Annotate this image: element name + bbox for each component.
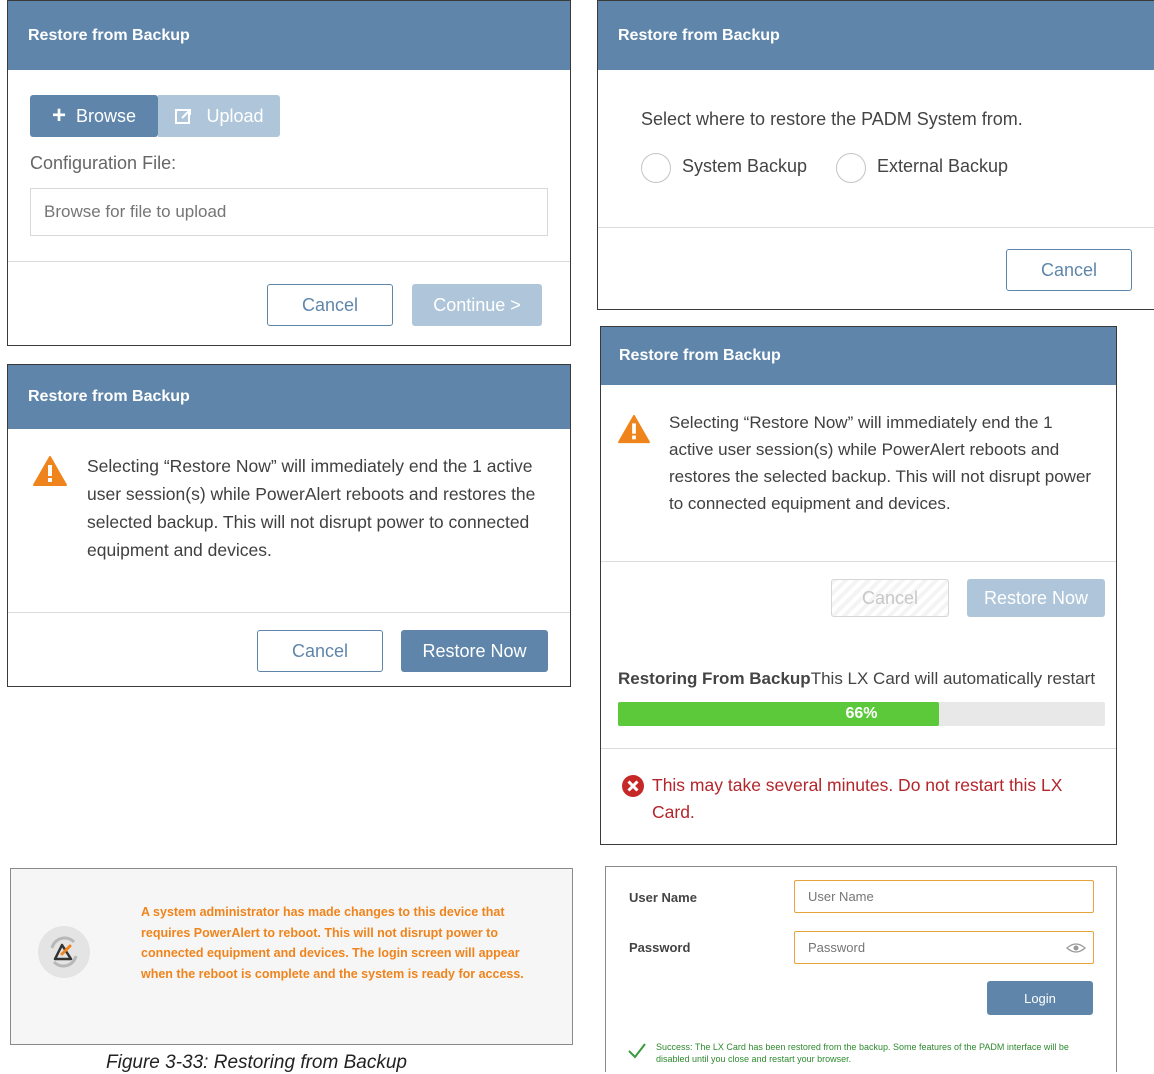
- config-file-label: Configuration File:: [30, 153, 177, 173]
- username-input[interactable]: [794, 880, 1094, 913]
- figure-caption: Figure 3-33: Restoring from Backup: [106, 1052, 407, 1073]
- divider: [598, 227, 1154, 228]
- cancel-button[interactable]: Cancel: [267, 284, 393, 326]
- browse-label: Browse: [75, 105, 137, 126]
- divider: [601, 748, 1116, 749]
- warning-icon: [33, 456, 67, 486]
- divider: [8, 612, 570, 613]
- external-backup-label: External Backup: [877, 156, 1009, 176]
- show-password-icon[interactable]: [1066, 942, 1086, 954]
- status-title: Restoring From Backup: [618, 669, 811, 688]
- divider: [601, 561, 1116, 562]
- restore-source-dialog: Restore from Backup Select where to rest…: [597, 0, 1154, 310]
- restore-confirm-dialog: Restore from Backup Selecting “Restore N…: [7, 364, 571, 687]
- upload-icon: [175, 109, 192, 124]
- file-path-input[interactable]: [30, 188, 548, 236]
- dialog-title: Restore from Backup: [8, 1, 570, 70]
- upload-label: Upload: [206, 105, 264, 126]
- browse-button[interactable]: + Browse: [30, 95, 158, 137]
- error-icon: [622, 775, 644, 797]
- divider: [8, 261, 570, 262]
- plus-icon: +: [51, 102, 66, 129]
- username-label: User Name: [629, 890, 697, 905]
- login-panel: User Name Password Login Success: The LX…: [605, 866, 1117, 1072]
- continue-button[interactable]: Continue >: [412, 284, 542, 326]
- success-message: Success: The LX Card has been restored f…: [656, 1042, 1069, 1064]
- success-check-icon: [628, 1043, 646, 1059]
- login-button[interactable]: Login: [987, 981, 1093, 1015]
- password-label: Password: [629, 940, 691, 955]
- progress-bar: 66%: [618, 702, 1105, 726]
- reboot-message: A system administrator has made changes …: [141, 905, 524, 981]
- status-text: This LX Card will automatically restart: [810, 669, 1096, 688]
- warning-message: Selecting “Restore Now” will immediately…: [669, 413, 1092, 513]
- dialog-title: Restore from Backup: [8, 365, 570, 429]
- restore-status: Restoring From BackupThis LX Card will a…: [618, 669, 1095, 689]
- restore-upload-dialog: Restore from Backup + Browse Upload Conf…: [7, 0, 571, 346]
- cancel-button[interactable]: Cancel: [1006, 249, 1132, 291]
- warning-icon: [618, 414, 650, 444]
- cancel-button[interactable]: Cancel: [831, 579, 949, 617]
- cancel-button[interactable]: Cancel: [257, 630, 383, 672]
- source-prompt: Select where to restore the PADM System …: [641, 109, 1023, 129]
- progress-label: 66%: [845, 705, 878, 722]
- reboot-notice: A system administrator has made changes …: [10, 868, 573, 1045]
- warning-message: Selecting “Restore Now” will immediately…: [87, 456, 536, 560]
- dialog-title: Restore from Backup: [598, 1, 1154, 70]
- system-backup-label: System Backup: [682, 156, 808, 176]
- external-backup-radio[interactable]: [836, 153, 866, 183]
- restore-now-button[interactable]: Restore Now: [967, 579, 1105, 617]
- error-message: This may take several minutes. Do not re…: [652, 775, 1063, 822]
- upload-button[interactable]: Upload: [158, 95, 280, 137]
- restore-progress-dialog: Restore from Backup Selecting “Restore N…: [600, 326, 1117, 845]
- reboot-icon: [50, 936, 78, 968]
- restore-now-button[interactable]: Restore Now: [401, 630, 548, 672]
- dialog-title: Restore from Backup: [601, 327, 1116, 385]
- password-input[interactable]: [794, 931, 1094, 964]
- system-backup-radio[interactable]: [641, 153, 671, 183]
